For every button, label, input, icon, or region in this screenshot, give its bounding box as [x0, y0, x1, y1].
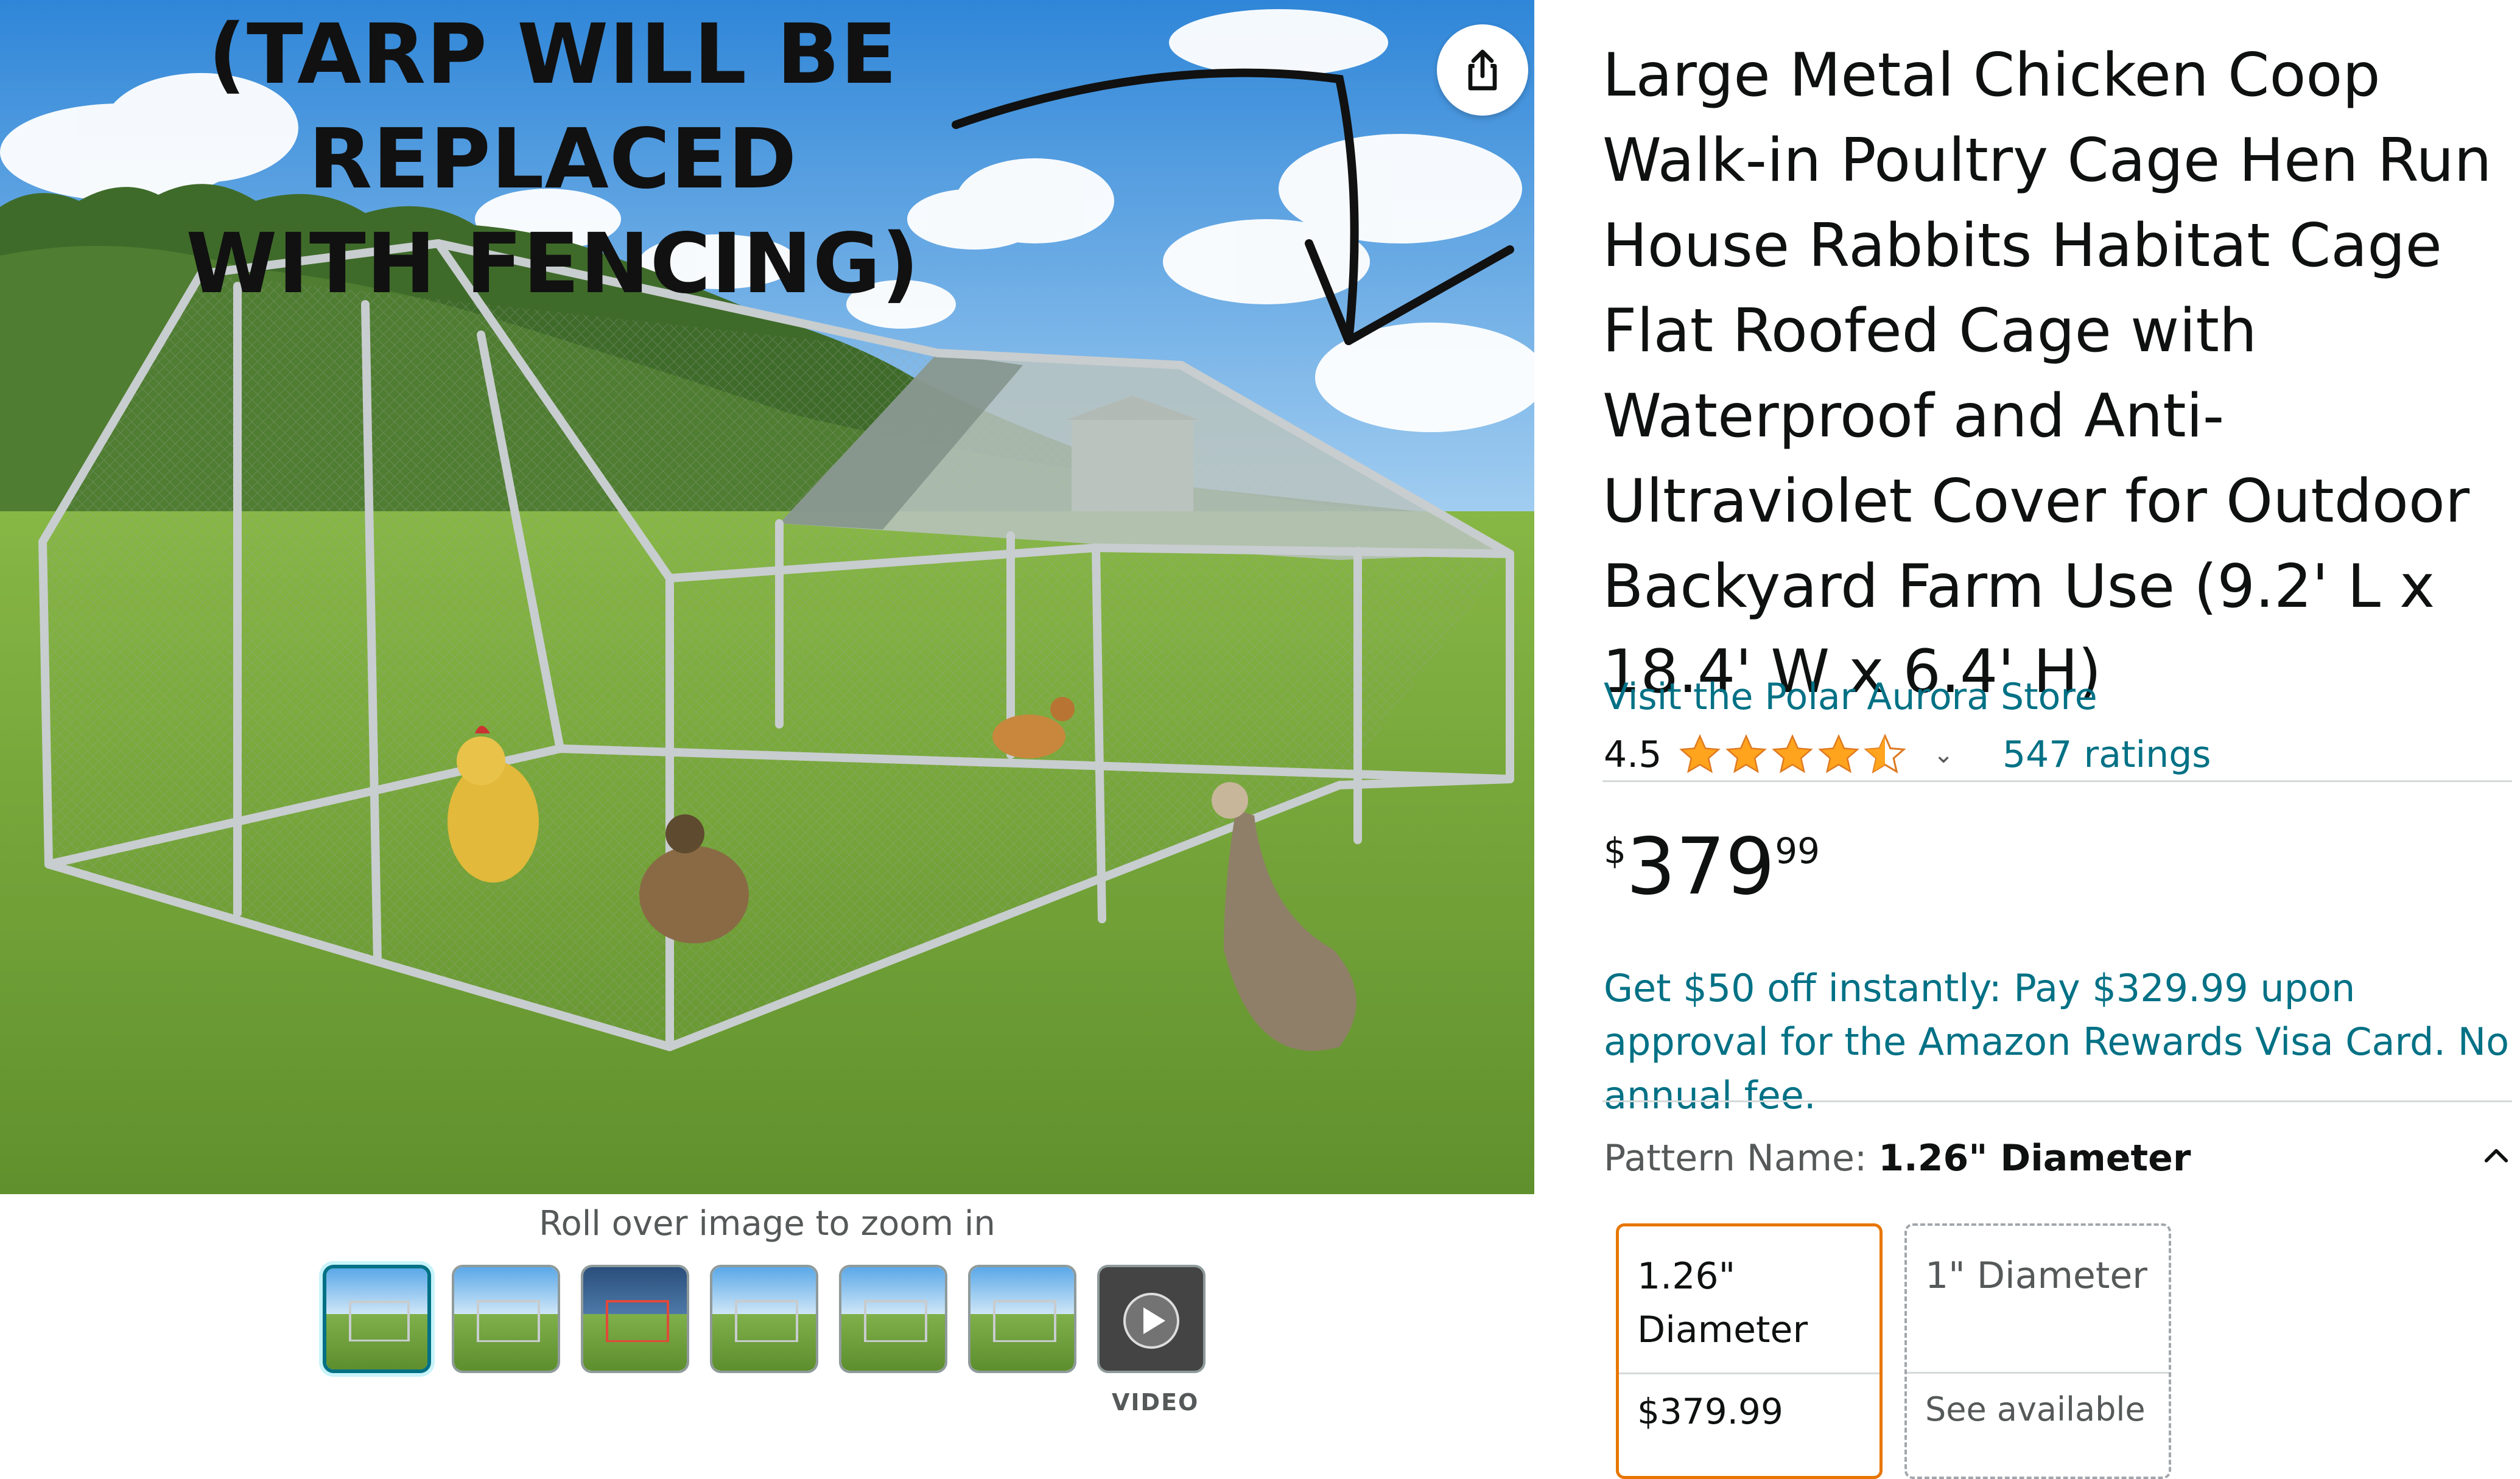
thumbnail-3[interactable]	[581, 1265, 689, 1373]
video-label: VIDEO	[1112, 1389, 1199, 1416]
star-rating[interactable]: ⌄	[1677, 732, 1954, 777]
option-divider	[1619, 1372, 1879, 1374]
star-full-icon	[1818, 734, 1860, 774]
option-price: $379.99	[1637, 1391, 1783, 1432]
pattern-selector-header[interactable]: Pattern Name: 1.26" Diameter	[1604, 1137, 2513, 1180]
price-whole: 379	[1626, 822, 1775, 912]
option-name: 1" Diameter	[1925, 1254, 2147, 1297]
thumbnail-5[interactable]	[839, 1265, 947, 1373]
rating-value: 4.5	[1604, 733, 1662, 776]
option-divider	[1907, 1372, 2169, 1374]
price-fraction: 99	[1775, 830, 1820, 872]
thumbnail-4[interactable]	[710, 1265, 818, 1373]
thumbnail-video[interactable]	[1097, 1265, 1206, 1373]
divider	[1602, 780, 2512, 782]
pattern-label: Pattern Name:	[1604, 1137, 1879, 1180]
share-icon	[1468, 49, 1497, 91]
ratings-count-link[interactable]: 547 ratings	[2002, 733, 2211, 776]
rating-row: 4.5 ⌄ 547 ratings	[1604, 730, 2211, 779]
star-full-icon	[1679, 734, 1721, 774]
main-product-image[interactable]: (TARP WILL BE REPLACED WITH FENCING)	[0, 0, 1534, 1194]
annotation-text: (TARP WILL BE REPLACED WITH FENCING)	[186, 7, 920, 312]
star-half-icon	[1864, 733, 1907, 774]
pattern-value: 1.26" Diameter	[1878, 1137, 2191, 1180]
zoom-hint: Roll over image to zoom in	[539, 1204, 995, 1243]
pattern-option-1-diameter[interactable]: 1" Diameter See available	[1904, 1223, 2171, 1479]
option-name: 1.26" Diameter	[1637, 1255, 1808, 1351]
thumbnail-6[interactable]	[968, 1265, 1076, 1373]
thumbnail-1[interactable]	[323, 1265, 431, 1373]
share-button[interactable]	[1437, 24, 1528, 116]
chevron-up-icon	[2484, 1149, 2508, 1163]
play-icon	[1123, 1293, 1179, 1349]
chevron-down-icon: ⌄	[1933, 741, 1954, 769]
pattern-option-1-26-diameter[interactable]: 1.26" Diameter $379.99	[1616, 1223, 1883, 1479]
star-full-icon	[1725, 734, 1767, 774]
rewards-card-promo-link[interactable]: Get $50 off instantly: Pay $329.99 upon …	[1604, 962, 2511, 1122]
star-full-icon	[1772, 734, 1814, 774]
product-title: Large Metal Chicken Coop Walk-in Poultry…	[1602, 40, 2492, 707]
thumbnail-2[interactable]	[452, 1265, 560, 1373]
divider	[1602, 1100, 2512, 1102]
price-symbol: $	[1604, 830, 1626, 872]
price: $37999	[1604, 822, 1820, 913]
store-link[interactable]: Visit the Polar Aurora Store	[1604, 676, 2097, 718]
option-price: See available	[1925, 1390, 2146, 1428]
